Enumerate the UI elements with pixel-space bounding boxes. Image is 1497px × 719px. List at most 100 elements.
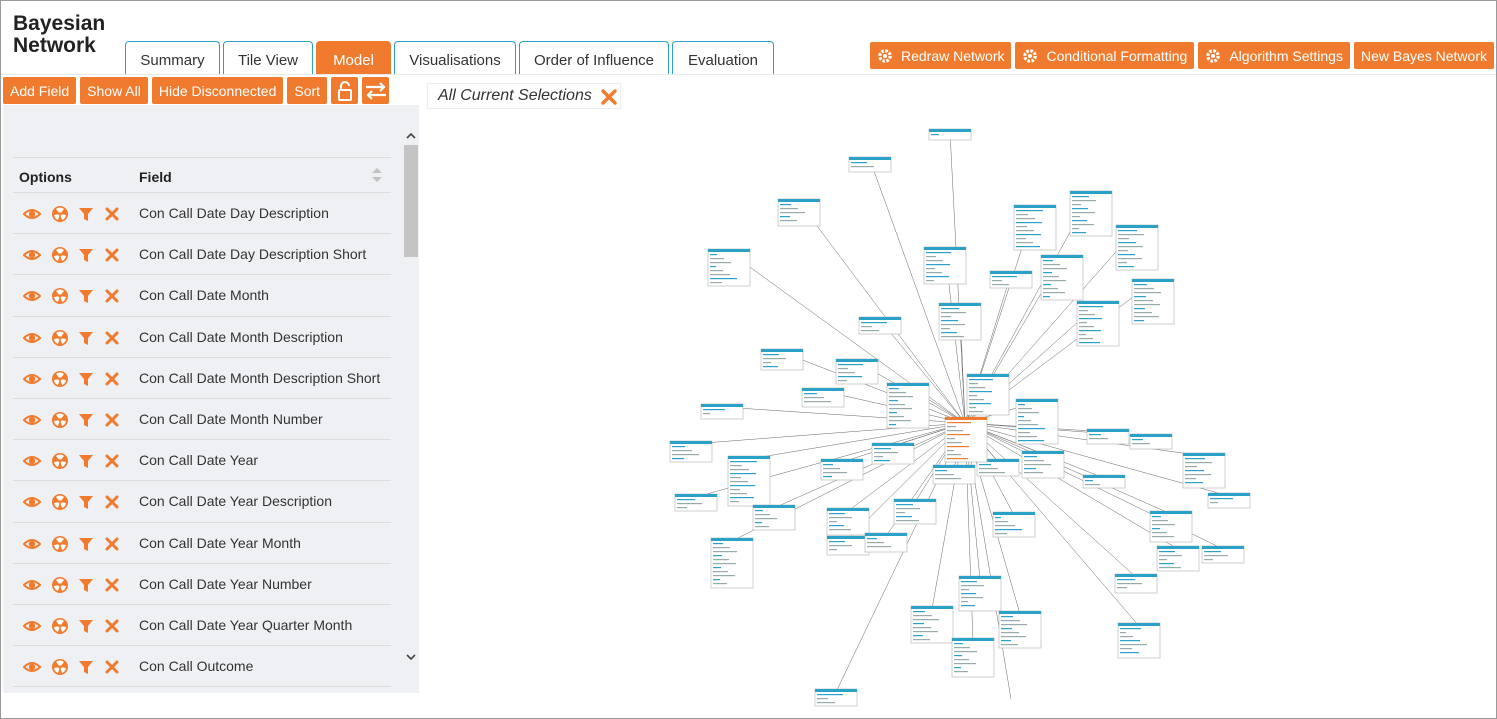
table-row[interactable]: Con Call Date Month [13, 275, 391, 317]
tab-order-of-influence[interactable]: Order of Influence [519, 41, 669, 75]
sort-icon[interactable] [371, 167, 383, 183]
radiation-icon[interactable] [51, 576, 69, 594]
network-node[interactable] [760, 348, 804, 371]
show-all-button[interactable]: Show All [80, 77, 148, 104]
add-field-button[interactable]: Add Field [3, 77, 77, 104]
network-node[interactable] [835, 358, 879, 385]
table-row[interactable]: Con Call Date Year Description [13, 481, 391, 523]
network-node[interactable] [1156, 545, 1200, 572]
network-node[interactable] [992, 511, 1036, 538]
eye-icon[interactable] [23, 452, 41, 470]
network-node[interactable] [864, 532, 908, 553]
eye-icon[interactable] [23, 411, 41, 429]
network-node[interactable] [893, 498, 937, 525]
scroll-up-icon[interactable] [405, 131, 417, 141]
filter-icon[interactable] [77, 329, 95, 347]
tab-model[interactable]: Model [316, 41, 391, 75]
radiation-icon[interactable] [51, 246, 69, 264]
radiation-icon[interactable] [51, 658, 69, 676]
bayes-network-graph[interactable] [421, 109, 1496, 717]
algorithm-settings-button[interactable]: Algorithm Settings [1198, 42, 1350, 69]
table-row[interactable]: Con Call Date Month Description Short [13, 358, 391, 399]
table-row[interactable]: Con Call Date Day Description Short [13, 234, 391, 276]
network-node[interactable] [1117, 622, 1161, 659]
radiation-icon[interactable] [51, 329, 69, 347]
table-row[interactable]: Con Call Date Day Description [13, 193, 391, 235]
radiation-icon[interactable] [51, 535, 69, 553]
network-node[interactable] [1086, 428, 1130, 445]
scrollbar-thumb[interactable] [404, 145, 418, 257]
filter-icon[interactable] [77, 617, 95, 635]
column-header-field[interactable]: Field [139, 169, 172, 185]
network-node[interactable] [1076, 300, 1120, 347]
network-node[interactable] [951, 637, 995, 678]
radiation-icon[interactable] [51, 370, 69, 388]
radiation-icon[interactable] [51, 452, 69, 470]
tab-visualisations[interactable]: Visualisations [394, 41, 516, 75]
network-node[interactable] [669, 440, 713, 463]
eye-icon[interactable] [23, 205, 41, 223]
close-icon[interactable] [103, 658, 121, 676]
table-row[interactable]: Con Call Outcome [13, 646, 391, 688]
network-node[interactable] [858, 316, 902, 335]
network-node[interactable] [814, 688, 858, 707]
filter-icon[interactable] [77, 658, 95, 676]
close-icon[interactable] [103, 617, 121, 635]
new-bayes-network-button[interactable]: New Bayes Network [1353, 42, 1494, 69]
eye-icon[interactable] [23, 658, 41, 676]
table-row[interactable]: Con Call Date Month Description [13, 317, 391, 358]
network-node[interactable] [1069, 190, 1113, 237]
network-node-target[interactable] [944, 416, 988, 463]
network-node[interactable] [938, 302, 982, 341]
eye-icon[interactable] [23, 617, 41, 635]
network-node[interactable] [989, 270, 1033, 289]
filter-icon[interactable] [77, 205, 95, 223]
radiation-icon[interactable] [51, 493, 69, 511]
network-node[interactable] [674, 493, 718, 512]
network-node[interactable] [932, 464, 976, 485]
close-icon[interactable] [103, 411, 121, 429]
network-node[interactable] [1082, 474, 1126, 489]
conditional-formatting-button[interactable]: Conditional Formatting [1015, 42, 1195, 69]
network-node[interactable] [826, 507, 870, 536]
close-icon[interactable] [103, 493, 121, 511]
eye-icon[interactable] [23, 370, 41, 388]
eye-icon[interactable] [23, 493, 41, 511]
sort-button[interactable]: Sort [287, 77, 328, 104]
radiation-icon[interactable] [51, 617, 69, 635]
network-node[interactable] [700, 403, 744, 420]
close-icon[interactable] [103, 576, 121, 594]
filter-icon[interactable] [77, 246, 95, 264]
network-node[interactable] [928, 128, 972, 141]
network-node[interactable] [1149, 510, 1193, 543]
close-icon[interactable] [103, 535, 121, 553]
network-node[interactable] [777, 198, 821, 227]
redraw-network-button[interactable]: Redraw Network [870, 42, 1012, 69]
table-row[interactable]: Con Call Date Year [13, 440, 391, 482]
filter-icon[interactable] [77, 493, 95, 511]
network-node[interactable] [910, 605, 954, 644]
network-node[interactable] [707, 248, 751, 287]
eye-icon[interactable] [23, 576, 41, 594]
network-node[interactable] [1013, 204, 1057, 251]
network-node[interactable] [752, 504, 796, 531]
network-node[interactable] [1207, 492, 1251, 509]
filter-icon[interactable] [77, 576, 95, 594]
table-row[interactable]: Con Call Date Year Month [13, 523, 391, 564]
network-node[interactable] [1021, 450, 1065, 479]
network-node[interactable] [1182, 452, 1226, 489]
eye-icon[interactable] [23, 287, 41, 305]
network-node[interactable] [1115, 224, 1159, 271]
close-icon[interactable] [103, 205, 121, 223]
network-node[interactable] [966, 373, 1010, 416]
close-icon[interactable] [103, 287, 121, 305]
network-node[interactable] [801, 387, 845, 408]
eye-icon[interactable] [23, 329, 41, 347]
close-icon[interactable] [103, 370, 121, 388]
radiation-icon[interactable] [51, 287, 69, 305]
radiation-icon[interactable] [51, 411, 69, 429]
radiation-icon[interactable] [51, 205, 69, 223]
network-node[interactable] [826, 535, 870, 556]
filter-icon[interactable] [77, 535, 95, 553]
table-row[interactable]: Con Call Date Month Number [13, 399, 391, 441]
